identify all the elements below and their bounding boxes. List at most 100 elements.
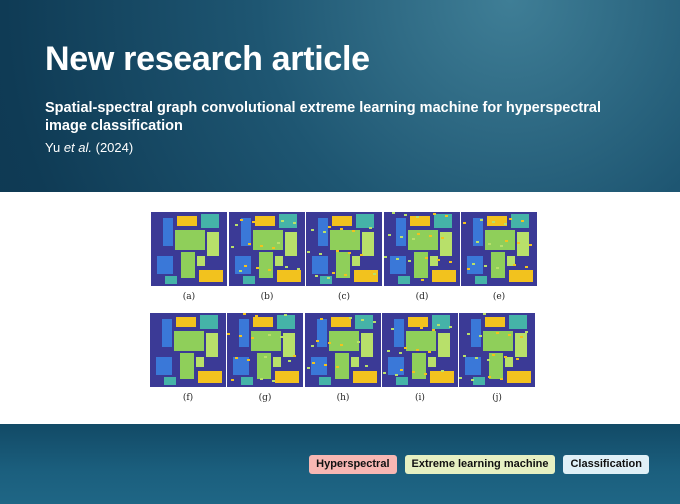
map-noise — [428, 351, 431, 353]
map-noise — [272, 247, 275, 249]
map-noise — [373, 321, 376, 323]
map-noise — [256, 267, 259, 269]
map-noise — [520, 336, 523, 338]
map-region — [197, 256, 205, 266]
map-noise — [513, 264, 516, 266]
map-noise — [433, 213, 436, 215]
map-caption: (h) — [336, 393, 350, 403]
map-caption: (i) — [415, 393, 425, 403]
map-noise — [340, 228, 343, 230]
map-region — [491, 252, 505, 278]
map-noise — [235, 224, 238, 226]
map-region — [432, 270, 456, 282]
map-noise — [463, 355, 466, 357]
classification-map — [229, 212, 305, 286]
map-noise — [231, 379, 234, 381]
map-noise — [396, 258, 399, 260]
map-noise — [505, 240, 508, 242]
map-noise — [437, 259, 440, 261]
map-noise — [244, 265, 247, 267]
map-noise — [500, 378, 503, 380]
map-noise — [251, 337, 254, 339]
map-noise — [344, 322, 347, 324]
map-noise — [361, 319, 364, 321]
map-noise — [307, 367, 310, 369]
map-region — [430, 371, 454, 383]
map-noise — [340, 344, 343, 346]
map-noise — [417, 233, 420, 235]
map-noise — [529, 244, 532, 246]
map-region — [206, 333, 218, 357]
map-noise — [231, 246, 234, 248]
map-noise — [369, 343, 372, 345]
map-region — [351, 357, 359, 367]
map-noise — [400, 369, 403, 371]
map-region — [156, 357, 172, 375]
map-noise — [476, 241, 479, 243]
map-noise — [239, 335, 242, 337]
map-noise — [416, 349, 419, 351]
map-region — [165, 276, 177, 284]
map-region — [507, 371, 531, 383]
map-region — [332, 216, 352, 226]
map-noise — [281, 220, 284, 222]
map-noise — [521, 220, 524, 222]
map-region — [352, 256, 360, 266]
map-noise — [239, 270, 242, 272]
map-noise — [404, 214, 407, 216]
map-noise — [255, 315, 258, 317]
classification-map — [151, 212, 227, 286]
map-region — [412, 353, 426, 379]
map-noise — [297, 268, 300, 270]
map-noise — [395, 374, 398, 376]
map-noise — [289, 244, 292, 246]
map-noise — [243, 313, 246, 315]
map-noise — [323, 231, 326, 233]
tag-extreme-learning-machine[interactable]: Extreme learning machine — [404, 455, 556, 474]
classification-map — [382, 313, 458, 387]
map-region — [329, 331, 359, 351]
map-region — [398, 276, 410, 284]
map-noise — [365, 365, 368, 367]
map-caption: (c) — [337, 292, 351, 302]
map-noise — [247, 359, 250, 361]
map-noise — [391, 328, 394, 330]
map-noise — [512, 380, 515, 382]
article-card: New research article Spatial-spectral gr… — [0, 0, 680, 504]
map-region — [312, 256, 328, 274]
map-noise — [235, 357, 238, 359]
map-caption: (e) — [492, 292, 506, 302]
map-region — [475, 276, 487, 284]
map-noise — [445, 215, 448, 217]
map-noise — [327, 277, 330, 279]
map-region — [485, 317, 505, 327]
map-region — [163, 218, 173, 246]
map-noise — [264, 223, 267, 225]
map-region — [432, 315, 450, 329]
map-noise — [525, 331, 528, 333]
map-region — [251, 331, 281, 351]
map-region — [199, 270, 223, 282]
map-region — [241, 218, 251, 246]
tag-hyperspectral[interactable]: Hyperspectral — [309, 455, 397, 474]
map-noise — [483, 313, 486, 315]
map-region — [283, 333, 295, 357]
map-noise — [504, 223, 507, 225]
map-region — [275, 256, 283, 266]
tag-classification[interactable]: Classification — [563, 455, 649, 474]
map-noise — [311, 229, 314, 231]
map-noise — [293, 222, 296, 224]
map-noise — [311, 345, 314, 347]
map-region — [362, 232, 374, 256]
map-noise — [480, 219, 483, 221]
map-noise — [307, 251, 310, 253]
map-noise — [328, 342, 331, 344]
map-noise — [408, 325, 411, 327]
article-authors: Yu et al. (2024) — [45, 140, 133, 155]
map-noise — [328, 226, 331, 228]
map-noise — [348, 252, 351, 254]
page-title: New research article — [45, 40, 370, 78]
article-subtitle[interactable]: Spatial-spectral graph convolutional ext… — [45, 99, 645, 135]
map-noise — [441, 370, 444, 372]
map-noise — [365, 249, 368, 251]
